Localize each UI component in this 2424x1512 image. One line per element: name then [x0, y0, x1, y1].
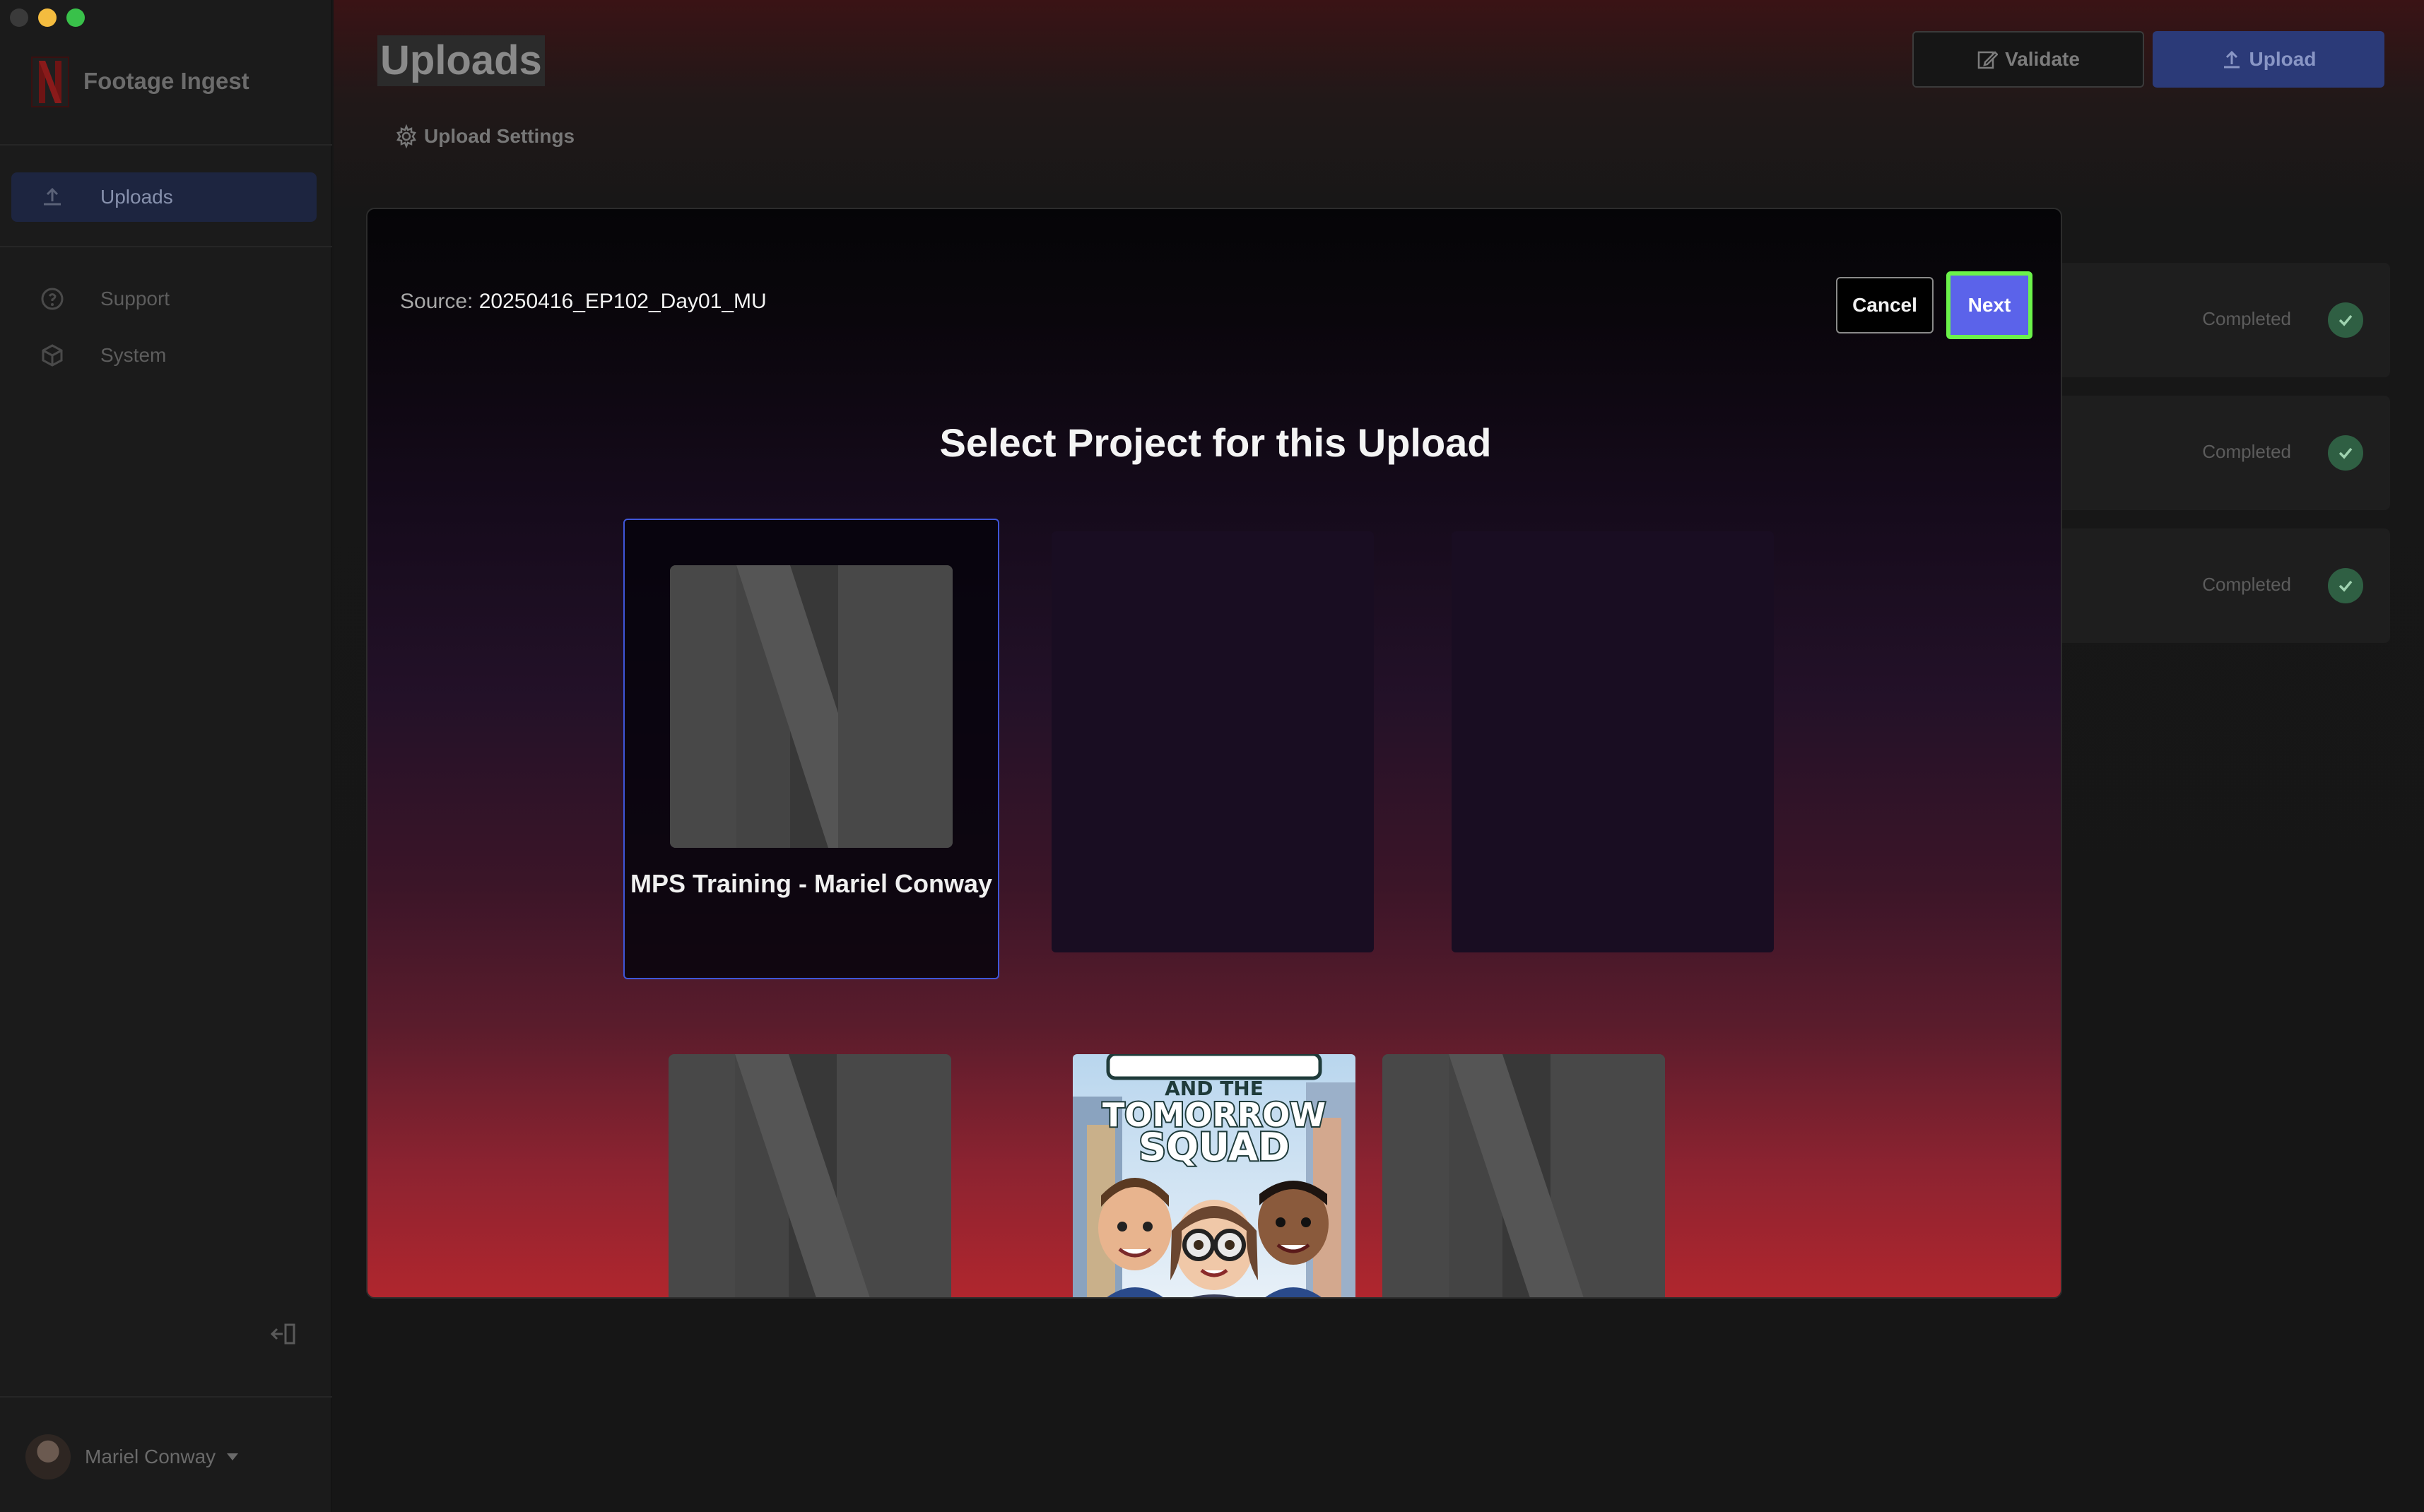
check-icon: [2328, 568, 2363, 603]
sidebar-item-label: Uploads: [100, 186, 173, 208]
source-info: Source: 20250416_EP102_Day01_MU: [400, 290, 767, 314]
gear-icon: [396, 124, 416, 148]
user-name: Mariel Conway: [85, 1446, 216, 1467]
avatar: [25, 1434, 71, 1479]
netflix-n-placeholder-icon[interactable]: [1382, 1054, 1665, 1297]
window-minimize-button[interactable]: [38, 8, 57, 27]
next-button[interactable]: Next: [1946, 271, 2032, 339]
upload-settings-link[interactable]: Upload Settings: [394, 124, 575, 148]
divider: [0, 246, 332, 247]
upload-row[interactable]: Completed: [2016, 396, 2390, 510]
status-text: Completed: [2202, 574, 2291, 595]
help-circle-icon: [40, 286, 65, 312]
validate-label: Validate: [2005, 48, 2080, 70]
upload-label: Upload: [2249, 48, 2317, 70]
sidebar: Footage Ingest Uploads Support System Ma…: [0, 0, 332, 1512]
app-title: Footage Ingest: [83, 68, 249, 94]
edit-icon: [1977, 51, 1999, 69]
status-text: Completed: [2202, 308, 2291, 329]
validate-button[interactable]: Validate: [1912, 31, 2144, 88]
upload-button[interactable]: Upload: [2153, 31, 2384, 88]
collapse-sidebar-icon[interactable]: [269, 1321, 297, 1347]
select-project-dialog: Source: 20250416_EP102_Day01_MU Cancel N…: [366, 208, 2062, 1299]
window-controls: [10, 8, 85, 27]
project-poster[interactable]: AND THE TOMORROW SQUAD: [1073, 1054, 1355, 1297]
window-maximize-button[interactable]: [66, 8, 85, 27]
upload-icon: [40, 184, 65, 210]
poster-title-line3: SQUAD: [1139, 1125, 1290, 1169]
dialog-title: Select Project for this Upload: [939, 420, 1492, 465]
check-icon: [2328, 435, 2363, 471]
cancel-button[interactable]: Cancel: [1836, 277, 1934, 333]
project-card-loading[interactable]: [1452, 531, 1774, 952]
divider: [0, 1396, 332, 1398]
netflix-n-placeholder-icon: [670, 565, 953, 848]
sidebar-item-label: Support: [100, 288, 170, 309]
netflix-n-placeholder-icon[interactable]: [669, 1054, 951, 1297]
source-label: Source:: [400, 290, 473, 313]
chevron-down-icon: [227, 1453, 239, 1460]
sidebar-item-support[interactable]: Support: [11, 274, 317, 324]
status-text: Completed: [2202, 441, 2291, 462]
window-close-button[interactable]: [10, 8, 28, 27]
project-card-loading[interactable]: [1052, 531, 1374, 952]
sidebar-item-label: System: [100, 344, 167, 366]
upload-row[interactable]: Completed: [2016, 263, 2390, 377]
upload-row[interactable]: Completed: [2016, 528, 2390, 643]
check-icon: [2328, 302, 2363, 338]
sidebar-item-uploads[interactable]: Uploads: [11, 172, 317, 222]
project-name: MPS Training - Mariel Conway: [630, 869, 993, 898]
page-title: Uploads: [377, 35, 545, 86]
upload-icon: [2223, 50, 2240, 69]
cube-icon: [40, 343, 65, 368]
project-card[interactable]: MPS Training - Mariel Conway: [623, 519, 999, 979]
divider: [0, 144, 332, 146]
sidebar-item-system[interactable]: System: [11, 331, 317, 380]
source-value: 20250416_EP102_Day01_MU: [478, 290, 767, 313]
user-menu[interactable]: Mariel Conway: [25, 1434, 239, 1479]
netflix-logo-icon: [31, 57, 69, 107]
upload-settings-label: Upload Settings: [424, 125, 575, 147]
